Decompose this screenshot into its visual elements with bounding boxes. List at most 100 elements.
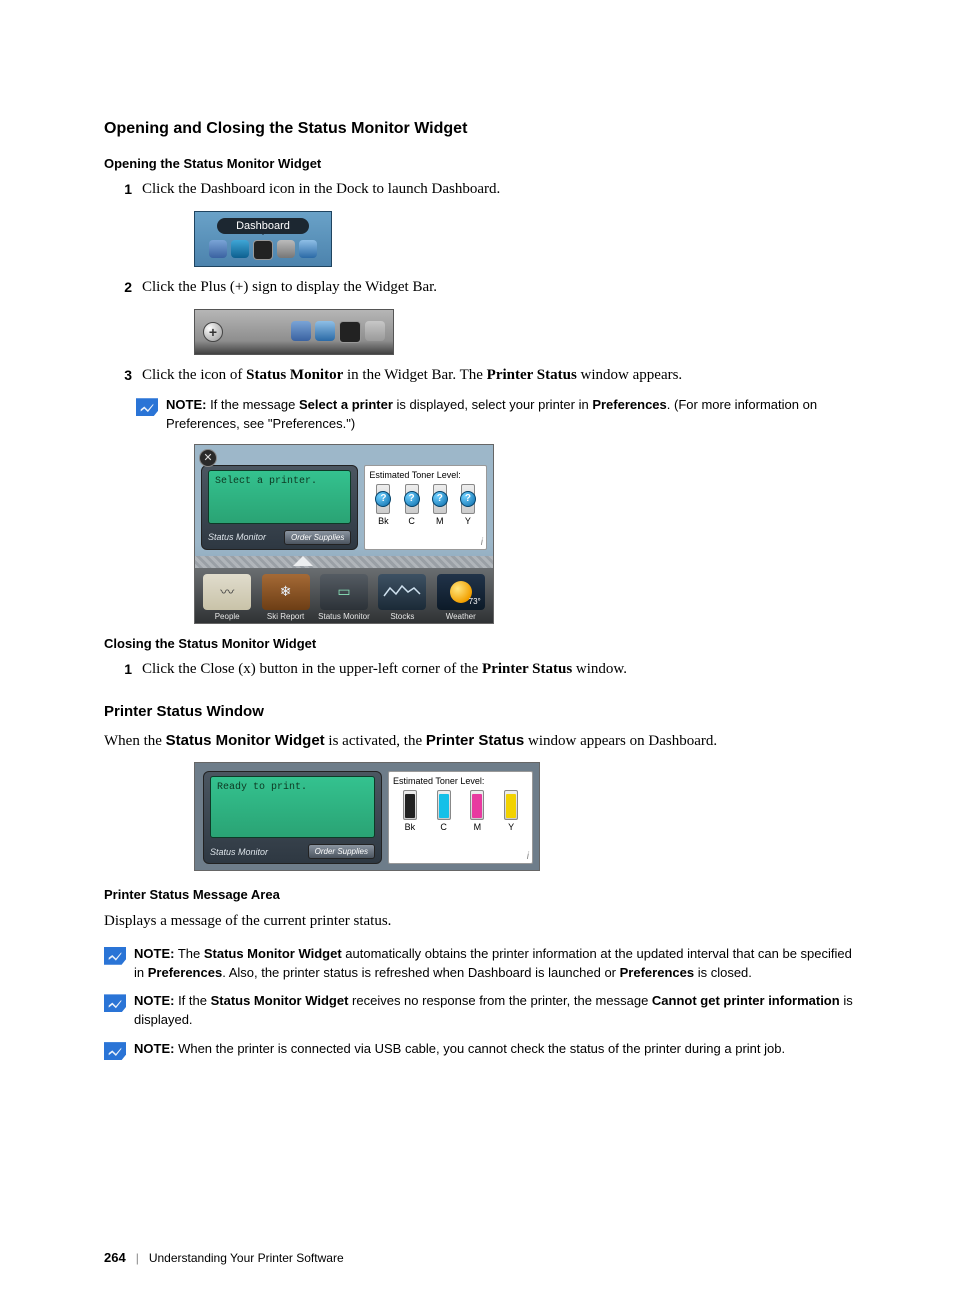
widget-caption: Status Monitor [318,612,370,621]
step-number: 1 [104,179,142,201]
step-number: 1 [104,659,142,681]
note-label: NOTE: [166,397,206,412]
text-run: in the Widget Bar. The [343,367,486,383]
page-footer: 264 | Understanding Your Printer Softwar… [104,1250,856,1265]
info-icon[interactable]: i [527,851,529,862]
dashboard-icon[interactable] [253,240,273,260]
widget-caption: Weather [446,612,476,621]
widgetbar-safari-icon [315,321,335,341]
note-label: NOTE: [134,946,174,961]
safari-icon [299,240,317,258]
toner-label: M [474,822,482,832]
footer-title: Understanding Your Printer Software [149,1251,344,1265]
toner-title: Estimated Toner Level: [369,470,482,480]
text-run: If the [174,993,210,1008]
text-bold: Printer Status [482,661,572,677]
paragraph: Displays a message of the current printe… [104,910,856,933]
status-screen: Ready to print. [210,776,375,838]
plus-icon[interactable]: + [203,322,223,342]
toner-label: Bk [405,822,416,832]
note-text: NOTE: When the printer is connected via … [134,1040,785,1059]
status-monitor-panel: Ready to print. Status Monitor Order Sup… [203,771,382,864]
step-text: Click the Close (x) button in the upper-… [142,659,856,681]
text-bold: Select a printer [299,397,393,412]
unknown-icon: ? [375,491,391,507]
text-bold: Preferences [148,965,222,980]
subheading-psma: Printer Status Message Area [104,887,856,902]
paragraph: When the Status Monitor Widget is activa… [104,730,856,753]
text-run: When the [104,733,166,749]
toner-cartridge-icon [403,790,417,820]
preferences-icon [277,240,295,258]
figure-status-widget-with-bar: ✕ Select a printer. Status Monitor Order… [194,444,494,624]
note-text: NOTE: If the Status Monitor Widget recei… [134,992,856,1030]
separator: | [136,1251,139,1265]
text-run: The [174,946,203,961]
callout-arrow [195,556,493,568]
unknown-icon: ? [432,491,448,507]
text-run: window appears. [577,367,682,383]
order-supplies-button[interactable]: Order Supplies [284,530,351,545]
finder-icon [209,240,227,258]
subheading-opening: Opening the Status Monitor Widget [104,156,856,171]
toner-cartridge-icon: ? [376,484,390,514]
temperature-label: 73° [469,597,481,606]
toner-label: M [436,516,444,526]
ski-widget-icon[interactable]: ❄ [262,574,310,610]
tooltip-dashboard: Dashboard [217,218,309,234]
close-icon[interactable]: ✕ [199,449,217,467]
stocks-widget-icon[interactable] [378,574,426,610]
step-text: Click the Dashboard icon in the Dock to … [142,179,856,201]
widgetbar-dashboard-icon [339,321,361,343]
text-bold: Status Monitor Widget [204,946,342,961]
toner-label: C [408,516,415,526]
note-icon [136,398,158,416]
text-bold: Preferences [620,965,694,980]
note-label: NOTE: [134,1041,174,1056]
toner-cartridge-icon [437,790,451,820]
status-monitor-widget-icon[interactable]: ▭ [320,574,368,610]
figure-dock: Dashboard [194,211,856,267]
toner-label: Y [465,516,471,526]
text-run: When the printer is connected via USB ca… [174,1041,785,1056]
text-run: receives no response from the printer, t… [348,993,652,1008]
text-bold: Printer Status [487,367,577,383]
text-bold: Status Monitor [246,367,343,383]
note-label: NOTE: [134,993,174,1008]
weather-widget-icon[interactable]: 73° [437,574,485,610]
text-run: Click the Close (x) button in the upper-… [142,661,482,677]
toner-cartridge-icon: ? [461,484,475,514]
toner-cartridge-icon [470,790,484,820]
order-supplies-button[interactable]: Order Supplies [308,844,375,859]
note-text: NOTE: The Status Monitor Widget automati… [134,945,856,983]
text-run: window. [572,661,627,677]
step-number: 3 [104,365,142,387]
step-number: 2 [104,277,142,299]
status-monitor-panel: Select a printer. Status Monitor Order S… [201,465,358,550]
widgetbar-finder-icon [291,321,311,341]
text-bold: Status Monitor Widget [211,993,349,1008]
text-run: is displayed, select your printer in [393,397,592,412]
page-number: 264 [104,1250,126,1265]
subheading-closing: Closing the Status Monitor Widget [104,636,856,651]
figure-widget-bar: + [194,309,856,355]
people-widget-icon[interactable]: 〰 [203,574,251,610]
appstore-icon [231,240,249,258]
status-screen: Select a printer. [208,470,351,524]
unknown-icon: ? [460,491,476,507]
toner-title: Estimated Toner Level: [393,776,528,786]
toner-cartridge-icon: ? [433,484,447,514]
text-run: If the message [206,397,299,412]
panel-label: Status Monitor [208,532,266,542]
widget-caption: Stocks [390,612,414,621]
toner-panel: Estimated Toner Level: ?Bk ?C ?M ?Y i [364,465,487,550]
info-icon[interactable]: i [481,537,483,548]
widgetbar-generic-icon [365,321,385,341]
note-text: NOTE: If the message Select a printer is… [166,396,856,434]
toner-cartridge-icon: ? [405,484,419,514]
topic-heading: Printer Status Window [104,703,856,720]
panel-label: Status Monitor [210,847,268,857]
text-run: window appears on Dashboard. [524,733,717,749]
note-icon [104,994,126,1012]
figure-status-widget-ready: Ready to print. Status Monitor Order Sup… [194,762,540,871]
